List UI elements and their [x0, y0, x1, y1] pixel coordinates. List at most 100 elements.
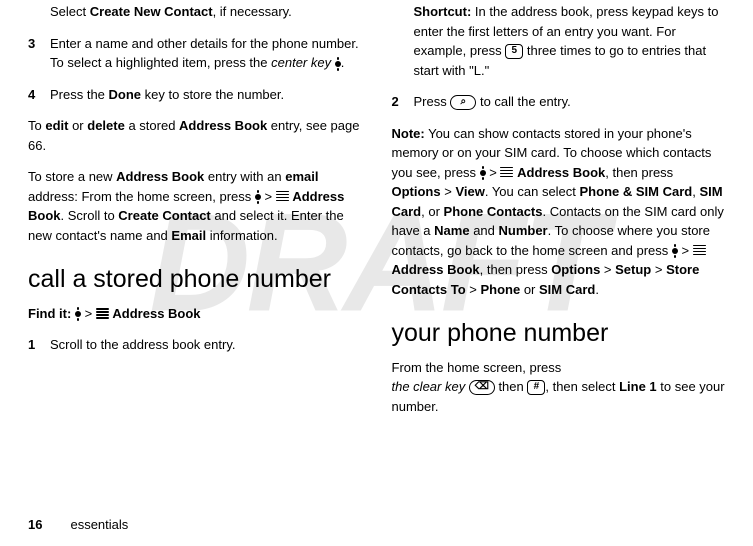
- delete-label: delete: [87, 118, 125, 133]
- create-new-contact-label: Create New Contact: [90, 4, 213, 19]
- text: a stored: [125, 118, 179, 133]
- text: then: [495, 379, 528, 394]
- text: >: [678, 243, 693, 258]
- text: Press the: [50, 87, 109, 102]
- text: >: [600, 262, 615, 277]
- left-column: Select Create New Contact, if necessary.…: [28, 2, 362, 428]
- your-number-para: From the home screen, press the clear ke…: [392, 358, 726, 417]
- step-1: 1 Scroll to the address book entry.: [28, 335, 362, 355]
- text: address: From the home screen, press: [28, 189, 255, 204]
- center-key-icon: [335, 61, 341, 67]
- select-create-line: Select Create New Contact, if necessary.: [50, 2, 362, 22]
- text: >: [466, 282, 481, 297]
- text: or: [68, 118, 87, 133]
- right-column: Shortcut: In the address book, press key…: [392, 2, 726, 428]
- send-key-icon: ⌕: [450, 95, 476, 110]
- line-1-label: Line 1: [619, 379, 657, 394]
- text: >: [486, 165, 501, 180]
- shortcut-para: Shortcut: In the address book, press key…: [414, 2, 726, 80]
- step-number: 1: [28, 335, 50, 355]
- page-container: Select Create New Contact, if necessary.…: [0, 0, 753, 438]
- edit-delete-para: To edit or delete a stored Address Book …: [28, 116, 362, 155]
- text: to call the entry.: [476, 94, 570, 109]
- menu-icon: [96, 307, 109, 321]
- note-label: Note:: [392, 126, 425, 141]
- phone-label: Phone: [480, 282, 520, 297]
- step-body: Enter a name and other details for the p…: [50, 34, 362, 73]
- step-number: 4: [28, 85, 50, 105]
- create-contact-label: Create Contact: [118, 208, 210, 223]
- your-phone-number-heading: your phone number: [392, 319, 726, 348]
- view-label: View: [455, 184, 484, 199]
- menu-icon: [276, 189, 289, 203]
- text: Select: [50, 4, 90, 19]
- address-book-label: Address Book: [392, 262, 480, 277]
- step-number: 2: [392, 92, 414, 112]
- text: entry with an: [204, 169, 285, 184]
- text: , then press: [480, 262, 552, 277]
- shortcut-label: Shortcut:: [414, 4, 472, 19]
- text: , or: [421, 204, 443, 219]
- setup-label: Setup: [615, 262, 651, 277]
- text: or: [520, 282, 539, 297]
- address-book-label: Address Book: [112, 306, 200, 321]
- page-number: 16: [28, 517, 42, 532]
- text: To store a new: [28, 169, 116, 184]
- number-label: Number: [499, 223, 548, 238]
- done-label: Done: [109, 87, 142, 102]
- text: key to store the number.: [141, 87, 284, 102]
- phone-contacts-label: Phone Contacts: [444, 204, 543, 219]
- step-body: Press the Done key to store the number.: [50, 85, 362, 105]
- step-body: Scroll to the address book entry.: [50, 335, 362, 355]
- step-number: 3: [28, 34, 50, 73]
- center-key-label: center key: [271, 55, 331, 70]
- options-label: Options: [551, 262, 600, 277]
- text: . You can select: [485, 184, 580, 199]
- email-label: email: [285, 169, 318, 184]
- phone-sim-label: Phone & SIM Card: [580, 184, 693, 199]
- note-para: Note: You can show contacts stored in yo…: [392, 124, 726, 300]
- edit-label: edit: [45, 118, 68, 133]
- clear-key-icon: ⌫: [469, 380, 495, 395]
- center-key-icon: [255, 194, 261, 200]
- text: >: [261, 189, 276, 204]
- address-book-label: Address Book: [116, 169, 204, 184]
- key-5-icon: 5: [505, 44, 523, 59]
- page-footer: 16 essentials: [28, 515, 128, 535]
- text: , if necessary.: [213, 4, 292, 19]
- text: .: [595, 282, 599, 297]
- find-it-label: Find it:: [28, 306, 71, 321]
- section-label: essentials: [70, 517, 128, 532]
- address-book-label: Address Book: [179, 118, 267, 133]
- text: Press: [414, 94, 451, 109]
- text: >: [651, 262, 666, 277]
- text: .: [341, 55, 345, 70]
- email-field-label: Email: [171, 228, 206, 243]
- address-book-label: Address Book: [517, 165, 605, 180]
- text: From the home screen, press: [392, 360, 562, 375]
- text: , then select: [545, 379, 619, 394]
- step-4: 4 Press the Done key to store the number…: [28, 85, 362, 105]
- text: information.: [206, 228, 278, 243]
- text: . Scroll to: [61, 208, 119, 223]
- center-key-icon: [480, 170, 486, 176]
- step-2: 2 Press ⌕ to call the entry.: [392, 92, 726, 112]
- clear-key-label: the clear key: [392, 379, 466, 394]
- options-label: Options: [392, 184, 441, 199]
- call-stored-heading: call a stored phone number: [28, 265, 362, 294]
- text: >: [81, 306, 96, 321]
- name-label: Name: [434, 223, 469, 238]
- menu-icon: [500, 165, 513, 179]
- text: , then press: [605, 165, 673, 180]
- text: and: [470, 223, 499, 238]
- text: >: [441, 184, 456, 199]
- find-it-line: Find it: > Address Book: [28, 304, 362, 324]
- step-body: Press ⌕ to call the entry.: [414, 92, 726, 112]
- menu-icon: [693, 243, 706, 257]
- step-3: 3 Enter a name and other details for the…: [28, 34, 362, 73]
- store-email-para: To store a new Address Book entry with a…: [28, 167, 362, 245]
- sim-card-label: SIM Card: [539, 282, 595, 297]
- text: To: [28, 118, 45, 133]
- center-key-icon: [672, 248, 678, 254]
- key-hash-icon: #: [527, 380, 545, 395]
